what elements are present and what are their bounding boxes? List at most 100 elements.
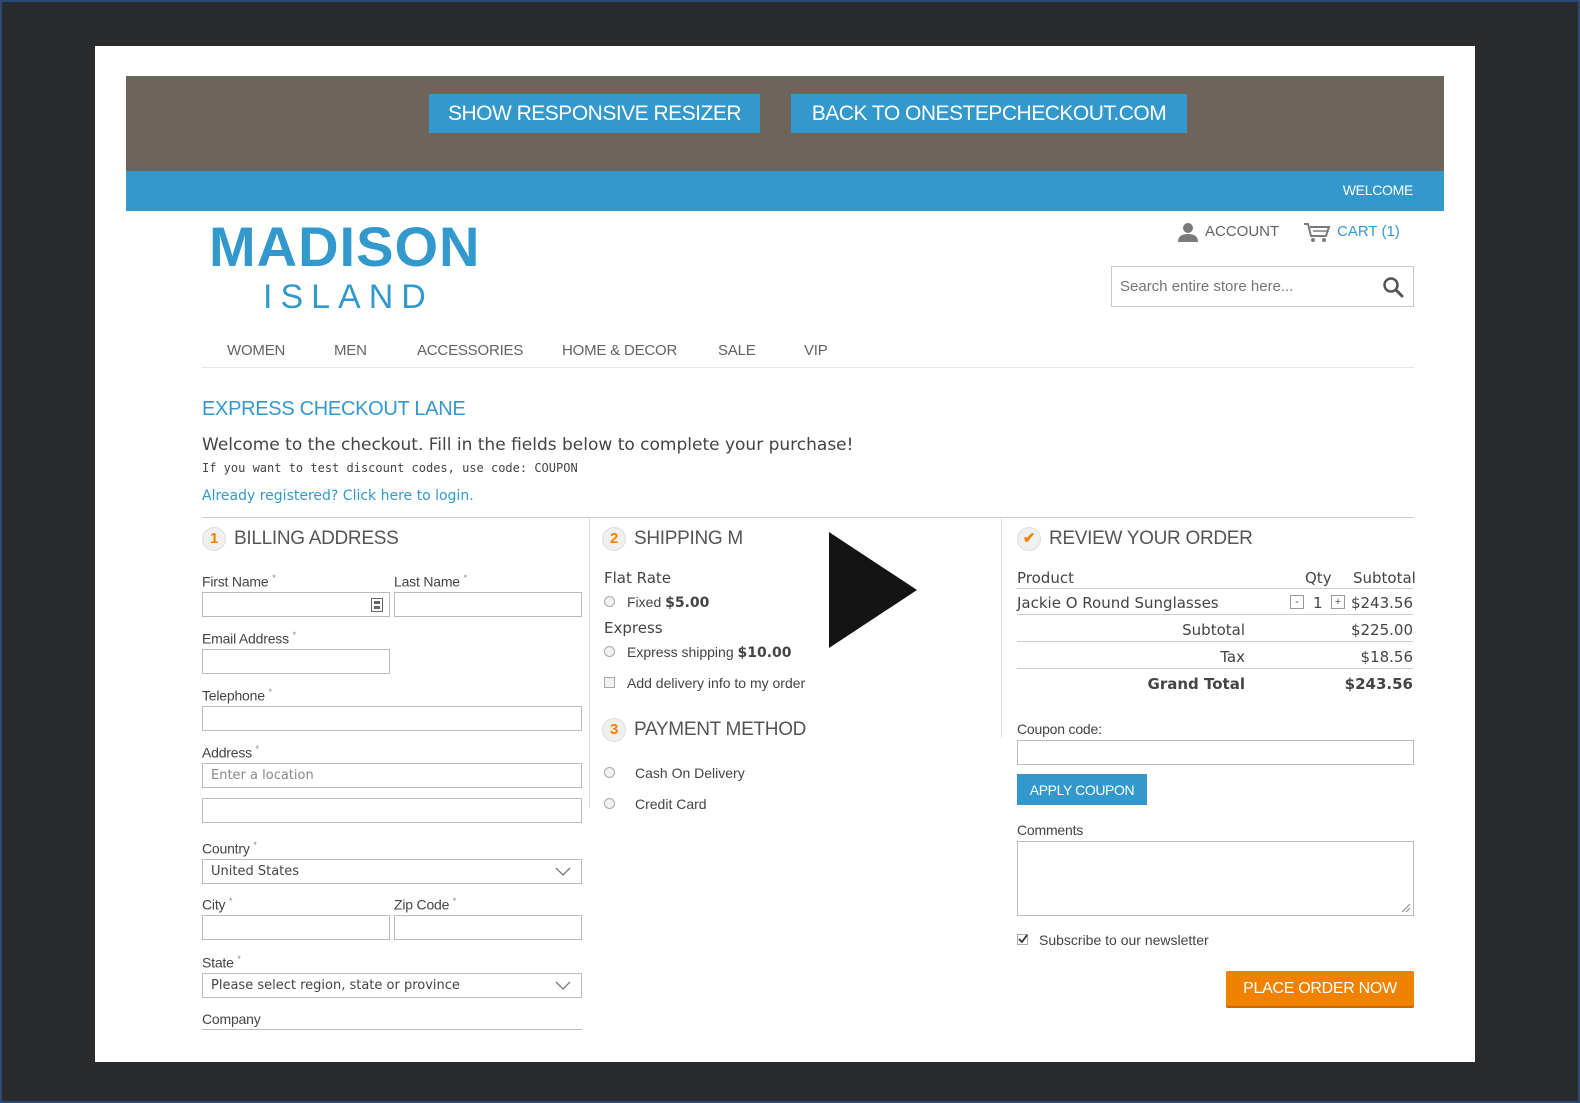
express-radio[interactable]	[604, 646, 615, 657]
nav-item-vip[interactable]: VIP	[804, 342, 828, 359]
demo-banner: SHOW RESPONSIVE RESIZER BACK TO ONESTEPC…	[126, 76, 1444, 171]
logo-madison[interactable]: MADISON	[209, 214, 480, 279]
state-select[interactable]: Please select region, state or province	[202, 973, 582, 998]
nav-item-accessories[interactable]: ACCESSORIES	[417, 342, 523, 359]
login-link[interactable]: Already registered? Click here to login.	[202, 488, 474, 504]
review-header-rule	[1017, 588, 1413, 589]
credit-card-label[interactable]: Credit Card	[635, 796, 707, 812]
checkmark-icon	[1018, 934, 1028, 944]
country-value: United States	[211, 864, 300, 879]
required-marker: *	[268, 687, 273, 697]
billing-heading: 1 BILLING ADDRESS	[202, 527, 399, 551]
resize-handle-icon[interactable]	[1401, 903, 1411, 913]
user-icon	[1178, 223, 1198, 242]
credit-card-radio[interactable]	[604, 798, 615, 809]
checkout-welcome-text: Welcome to the checkout. Fill in the fie…	[202, 435, 854, 455]
section-divider	[202, 517, 1414, 518]
required-marker: *	[463, 573, 468, 583]
place-order-button[interactable]: PLACE ORDER NOW	[1226, 971, 1414, 1006]
play-icon[interactable]	[827, 530, 919, 650]
nav-item-women[interactable]: WOMEN	[227, 342, 285, 359]
column-divider-2	[1001, 518, 1002, 738]
nav-item-men[interactable]: MEN	[334, 342, 367, 359]
subtotal-label: Subtotal	[1182, 621, 1245, 639]
state-value: Please select region, state or province	[211, 978, 460, 993]
fixed-rate-radio[interactable]	[604, 596, 615, 607]
search-input[interactable]	[1112, 267, 1372, 306]
state-label: State *	[202, 954, 241, 971]
address-line-1-field[interactable]: Enter a location	[202, 763, 582, 788]
step-2-badge: 2	[602, 527, 626, 551]
first-name-text: First Name	[202, 573, 269, 590]
telephone-label: Telephone *	[202, 687, 272, 704]
review-title: REVIEW YOUR ORDER	[1049, 528, 1253, 550]
page-title: EXPRESS CHECKOUT LANE	[202, 398, 466, 420]
last-name-field[interactable]	[394, 592, 582, 617]
coupon-input[interactable]	[1017, 740, 1414, 765]
newsletter-label[interactable]: Subscribe to our newsletter	[1039, 932, 1209, 948]
required-marker: *	[253, 840, 257, 850]
flat-rate-label: Flat Rate	[604, 569, 672, 587]
step-1-badge: 1	[202, 527, 226, 551]
nav-item-home-decor[interactable]: HOME & DECOR	[562, 342, 677, 359]
contact-card-icon	[371, 598, 383, 612]
step-3-badge: 3	[602, 718, 626, 742]
fixed-rate-option[interactable]: Fixed $5.00	[627, 594, 709, 611]
company-label: Company	[202, 1011, 261, 1027]
cod-label[interactable]: Cash On Delivery	[635, 765, 745, 781]
tax-label: Tax	[1220, 648, 1245, 666]
apply-coupon-button[interactable]: APPLY COUPON	[1017, 774, 1147, 805]
telephone-text: Telephone	[202, 687, 265, 704]
show-resizer-button[interactable]: SHOW RESPONSIVE RESIZER	[429, 94, 760, 133]
delivery-info-checkbox[interactable]	[604, 677, 615, 688]
city-label: City *	[202, 896, 233, 913]
country-select[interactable]: United States	[202, 859, 582, 884]
review-subtotal-rule	[1017, 641, 1413, 642]
last-name-label: Last Name *	[394, 573, 467, 590]
cart-item-qty: 1	[1313, 594, 1323, 612]
logo-island[interactable]: ISLAND	[263, 278, 434, 317]
comments-textarea[interactable]	[1017, 841, 1414, 916]
main-nav: WOMEN MEN ACCESSORIES HOME & DECOR SALE …	[202, 336, 1414, 368]
search-box	[1111, 266, 1414, 307]
email-text: Email Address	[202, 630, 289, 647]
country-label: Country *	[202, 840, 257, 857]
review-item-rule	[1017, 614, 1413, 615]
zip-field[interactable]	[394, 915, 582, 940]
address-line-2-field[interactable]	[202, 798, 582, 823]
column-divider-1	[589, 518, 590, 808]
cart-label: CART (1)	[1337, 222, 1400, 240]
back-to-site-button[interactable]: BACK TO ONESTEPCHECKOUT.COM	[791, 94, 1187, 133]
review-tax-rule	[1017, 668, 1413, 669]
company-field[interactable]	[202, 1029, 582, 1030]
account-link[interactable]: ACCOUNT	[1177, 221, 1279, 243]
cart-icon	[1304, 223, 1331, 242]
welcome-text: WELCOME	[1342, 182, 1414, 198]
telephone-field[interactable]	[202, 706, 582, 731]
zip-label: Zip Code *	[394, 896, 456, 913]
required-marker: *	[272, 573, 276, 583]
express-option[interactable]: Express shipping $10.00	[627, 644, 792, 661]
city-text: City	[202, 896, 226, 913]
cod-radio[interactable]	[604, 767, 615, 778]
cart-item-name: Jackie O Round Sunglasses	[1017, 594, 1219, 612]
grand-total-label: Grand Total	[1147, 675, 1245, 693]
express-label: Express	[604, 619, 663, 637]
email-field[interactable]	[202, 649, 390, 674]
city-field[interactable]	[202, 915, 390, 940]
chevron-down-icon	[555, 867, 571, 876]
cart-link[interactable]: CART (1)	[1303, 221, 1400, 243]
nav-item-sale[interactable]: SALE	[718, 342, 756, 359]
fixed-rate-text: Fixed	[627, 594, 662, 610]
search-icon[interactable]	[1382, 276, 1404, 298]
newsletter-checkbox[interactable]	[1017, 934, 1028, 945]
account-label: ACCOUNT	[1205, 222, 1280, 240]
payment-heading: 3 PAYMENT METHOD	[602, 718, 806, 742]
required-marker: *	[237, 954, 241, 964]
qty-increase-button[interactable]: +	[1331, 595, 1345, 609]
qty-decrease-button[interactable]: -	[1290, 595, 1304, 609]
product-column-header: Product	[1017, 569, 1074, 587]
first-name-field[interactable]	[202, 592, 390, 617]
delivery-info-label[interactable]: Add delivery info to my order	[627, 675, 805, 691]
address-text: Address	[202, 744, 252, 761]
